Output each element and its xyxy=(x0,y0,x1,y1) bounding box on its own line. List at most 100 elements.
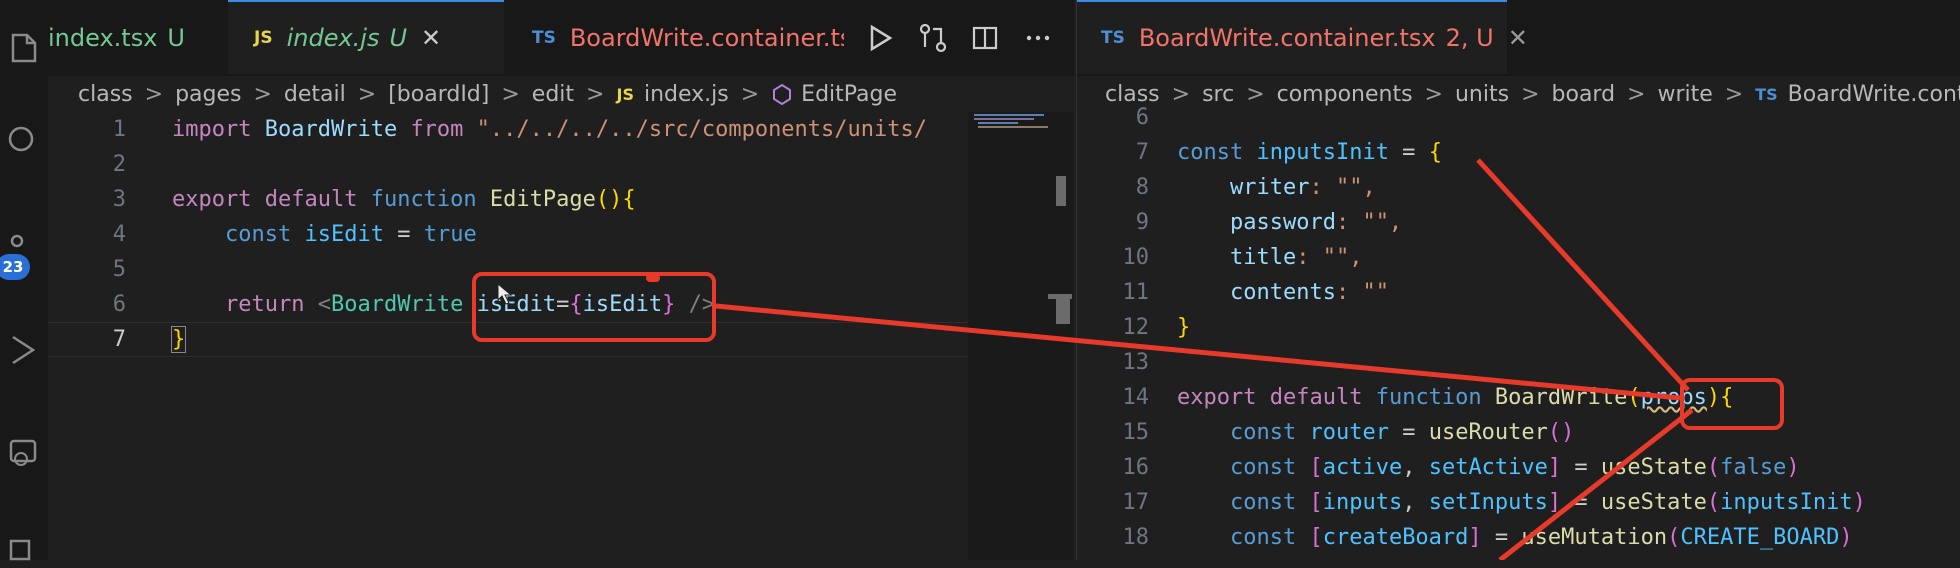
left-editor-group: index.tsx U JS index.js U ✕ TS BoardWrit… xyxy=(48,0,1074,560)
line-number: 11 xyxy=(1122,280,1150,305)
tab-status: U xyxy=(167,24,185,52)
code-text: } xyxy=(1177,315,1191,340)
code-line: 11 contents: "" xyxy=(1077,275,1960,310)
annotation-dot xyxy=(646,274,660,282)
tab-label: BoardWrite.container.tsx xyxy=(569,24,844,52)
code-line: 13 xyxy=(1077,345,1960,380)
line-number: 1 xyxy=(112,117,126,142)
breadcrumb-item[interactable]: class xyxy=(78,82,133,107)
line-number: 7 xyxy=(1135,140,1149,165)
editor-actions xyxy=(844,0,1074,76)
code-text: const isEdit = true xyxy=(224,222,477,247)
line-number: 4 xyxy=(112,222,126,247)
code-text: title: "", xyxy=(1229,245,1363,270)
code-text: export default function BoardWrite(props… xyxy=(1177,385,1734,410)
code-line: 16 const [active, setActive] = useState(… xyxy=(1077,450,1960,485)
chevron-right-icon: > xyxy=(144,81,164,107)
explorer-icon[interactable] xyxy=(0,22,48,70)
code-line: 15 const router = useRouter() xyxy=(1077,415,1960,450)
more-actions-icon[interactable] xyxy=(1018,18,1058,58)
js-file-icon: JS xyxy=(616,84,634,104)
tab-label: index.js xyxy=(286,24,380,52)
close-icon[interactable]: ✕ xyxy=(421,24,441,52)
ts-file-icon: TS xyxy=(1101,28,1125,48)
breadcrumb: class > pages > detail > [boardId] > edit > J… xyxy=(48,76,1074,112)
activity-bar: 23 xyxy=(0,0,49,561)
extensions-icon[interactable] xyxy=(0,520,48,568)
breadcrumb-item[interactable]: index.js xyxy=(644,82,729,107)
code-line: 6 return <BoardWrite isEdit={isEdit} /> xyxy=(48,287,1074,322)
code-text: } xyxy=(170,326,187,353)
code-text: export default function EditPage(){ xyxy=(172,187,636,212)
code-text: const inputsInit = { xyxy=(1177,140,1442,165)
tab-index-tsx[interactable]: index.tsx U xyxy=(48,0,228,76)
breadcrumb-item[interactable]: [boardId] xyxy=(388,82,489,107)
code-line: 5 xyxy=(48,252,1074,287)
right-tab-bar: TS BoardWrite.container.tsx 2, U ✕ xyxy=(1077,0,1960,77)
split-editor-icon[interactable] xyxy=(965,18,1005,58)
run-icon[interactable] xyxy=(860,18,900,58)
chevron-right-icon: > xyxy=(740,81,760,107)
code-text: writer: "", xyxy=(1229,175,1376,200)
tab-boardwrite-container[interactable]: TS BoardWrite.container.tsx 2, U ✕ xyxy=(1077,0,1528,74)
close-icon[interactable]: ✕ xyxy=(1508,24,1528,52)
line-number: 3 xyxy=(112,187,126,212)
chevron-right-icon: > xyxy=(501,81,520,107)
breadcrumb-item[interactable]: detail xyxy=(284,82,346,107)
scrollbar-thumb[interactable] xyxy=(1056,176,1066,206)
scrollbar-marker xyxy=(1048,294,1072,299)
line-number: 15 xyxy=(1122,420,1150,445)
code-text: password: "", xyxy=(1229,210,1403,235)
code-text: import BoardWrite from "../../../../src/… xyxy=(172,117,928,142)
code-text: contents: "" xyxy=(1229,280,1389,305)
line-number: 5 xyxy=(112,257,126,282)
left-tab-bar: index.tsx U JS index.js U ✕ TS BoardWrit… xyxy=(48,0,1074,77)
code-line: 4 const isEdit = true xyxy=(48,217,1074,252)
code-line: 14 export default function BoardWrite(pr… xyxy=(1077,380,1960,415)
tab-status: U xyxy=(389,24,408,52)
remote-explorer-icon[interactable] xyxy=(0,430,48,478)
line-number: 17 xyxy=(1122,490,1150,515)
line-number: 7 xyxy=(112,327,126,352)
tab-status: 2, U xyxy=(1445,24,1494,52)
code-text: const router = useRouter() xyxy=(1229,420,1575,445)
breadcrumb-item[interactable]: EditPage xyxy=(801,82,897,107)
code-line: 9 password: "", xyxy=(1077,205,1960,240)
tab-boardwrite-container[interactable]: TS BoardWrite.container.tsx 2 xyxy=(504,0,844,76)
code-line: 8 writer: "", xyxy=(1077,170,1960,205)
code-line: 7 const inputsInit = { xyxy=(1077,135,1960,170)
line-number: 6 xyxy=(112,292,126,317)
right-editor-group: TS BoardWrite.container.tsx 2, U ✕ class… xyxy=(1076,0,1960,560)
line-number: 10 xyxy=(1122,245,1150,270)
tab-label: index.tsx xyxy=(48,24,158,52)
run-debug-icon[interactable] xyxy=(0,326,48,374)
code-line: 10 title: "", xyxy=(1077,240,1960,275)
code-line: 18 const [createBoard] = useMutation(CRE… xyxy=(1077,520,1960,555)
code-text: return <BoardWrite isEdit={isEdit} /> xyxy=(224,292,716,317)
code-text: const [active, setActive] = useState(fal… xyxy=(1229,455,1800,480)
search-icon[interactable] xyxy=(0,118,48,166)
code-line: 3 export default function EditPage(){ xyxy=(48,182,1074,217)
breadcrumb-item[interactable]: pages xyxy=(175,82,241,107)
ts-file-icon: TS xyxy=(532,28,556,48)
code-line: 17 const [inputs, setInputs] = useState(… xyxy=(1077,485,1960,520)
line-number: 8 xyxy=(1135,175,1149,200)
compare-changes-icon[interactable] xyxy=(913,18,953,58)
line-number: 16 xyxy=(1122,455,1150,480)
chevron-right-icon: > xyxy=(253,81,272,107)
code-editor[interactable]: 1 import BoardWrite from "../../../../sr… xyxy=(48,112,1074,560)
code-text: const [inputs, setInputs] = useState(inp… xyxy=(1229,490,1866,515)
code-line: 2 xyxy=(48,147,1074,182)
code-editor[interactable]: 6 7 const inputsInit = { 8 writer: "", 9… xyxy=(1077,105,1960,560)
line-number: 14 xyxy=(1122,385,1150,410)
breadcrumb-item[interactable]: edit xyxy=(532,82,574,107)
code-text: const [createBoard] = useMutation(CREATE… xyxy=(1229,525,1853,550)
source-control-badge: 23 xyxy=(0,254,30,280)
code-line: 12 } xyxy=(1077,310,1960,345)
line-number: 2 xyxy=(112,152,126,177)
code-line: 1 import BoardWrite from "../../../../sr… xyxy=(48,112,1074,147)
line-number: 12 xyxy=(1122,315,1150,340)
line-number: 6 xyxy=(1135,105,1149,130)
tab-index-js[interactable]: JS index.js U ✕ xyxy=(228,0,504,74)
chevron-right-icon: > xyxy=(357,81,377,107)
